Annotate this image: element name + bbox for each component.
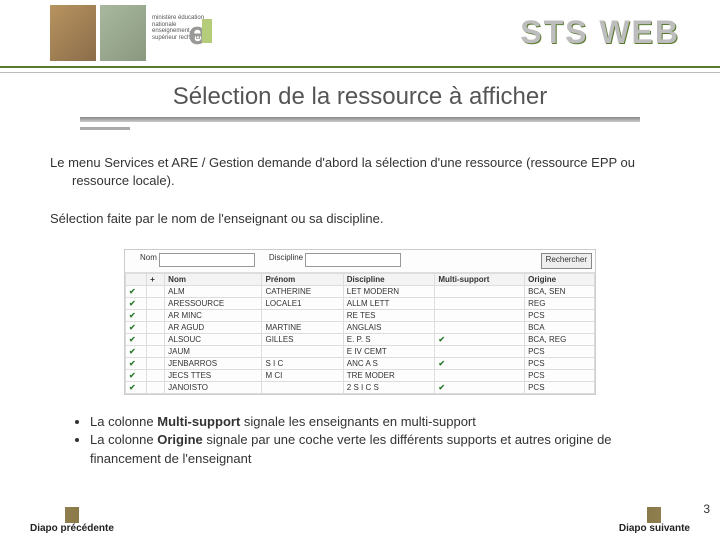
table-header: Nom bbox=[165, 273, 262, 285]
prev-slide-button[interactable]: Diapo précédente bbox=[30, 507, 114, 534]
table-header bbox=[126, 273, 147, 285]
table-row: ✔JAUME IV CEMTPCS bbox=[126, 345, 595, 357]
table-row: ✔AR AGUDMARTINEANGLAISBCA bbox=[126, 321, 595, 333]
header-photo-1 bbox=[50, 5, 96, 61]
search-nom-label: Nom bbox=[140, 253, 157, 269]
table-header: Prénom bbox=[262, 273, 343, 285]
table-header: Multi-support bbox=[435, 273, 525, 285]
divider bbox=[0, 72, 720, 73]
table-row: ✔JECS TTESM CITRE MODERPCS bbox=[126, 369, 595, 381]
table-row: ✔ALSOUCGILLESE. P. S✔BCA, REG bbox=[126, 333, 595, 345]
table-row: ✔JANOISTO2 S I C S✔PCS bbox=[126, 381, 595, 393]
search-discipline-label: Discipline bbox=[269, 253, 303, 269]
bullet-list: La colonne Multi-support signale les ens… bbox=[50, 413, 670, 470]
table-header: + bbox=[147, 273, 165, 285]
header-photo-2 bbox=[100, 5, 146, 61]
search-discipline-input[interactable] bbox=[305, 253, 401, 267]
table-screenshot: Nom Discipline Rechercher +NomPrénomDisc… bbox=[124, 249, 596, 395]
paragraph-1: Le menu Services et ARE / Gestion demand… bbox=[50, 154, 670, 190]
search-nom-input[interactable] bbox=[159, 253, 255, 267]
bullet-1: La colonne Multi-support signale les ens… bbox=[90, 413, 670, 432]
table-row: ✔AR MINCRE TESPCS bbox=[126, 309, 595, 321]
table-row: ✔ALMCATHERINELET MODERNBCA, SEN bbox=[126, 285, 595, 297]
table-row: ✔JENBARROSS I CANC A S✔PCS bbox=[126, 357, 595, 369]
next-slide-button[interactable]: Diapo suivante bbox=[619, 507, 690, 534]
search-row: Nom Discipline Rechercher bbox=[125, 250, 595, 273]
search-button[interactable]: Rechercher bbox=[541, 253, 592, 269]
page-title: Sélection de la ressource à afficher bbox=[0, 83, 720, 111]
ministry-logo: ministère éducation nationale enseigneme… bbox=[150, 5, 210, 61]
table-row: ✔ARESSOURCELOCALE1ALLM LETTREG bbox=[126, 297, 595, 309]
prev-label: Diapo précédente bbox=[30, 523, 114, 534]
content: Le menu Services et ARE / Gestion demand… bbox=[0, 126, 720, 469]
logo-letter: e bbox=[188, 15, 206, 52]
slide-header: ministère éducation nationale enseigneme… bbox=[0, 0, 720, 68]
data-table: +NomPrénomDisciplineMulti-supportOrigine… bbox=[125, 273, 595, 394]
table-header: Discipline bbox=[343, 273, 435, 285]
next-label: Diapo suivante bbox=[619, 523, 690, 534]
arrow-right-icon bbox=[647, 507, 661, 523]
paragraph-2: Sélection faite par le nom de l'enseigna… bbox=[50, 210, 670, 228]
bullet-2: La colonne Origine signale par une coche… bbox=[90, 431, 670, 469]
arrow-left-icon bbox=[65, 507, 79, 523]
table-header: Origine bbox=[525, 273, 595, 285]
brand-title: STS WEB bbox=[520, 14, 680, 51]
title-underline bbox=[80, 117, 640, 122]
footer-nav: Diapo précédente Diapo suivante bbox=[0, 507, 720, 534]
